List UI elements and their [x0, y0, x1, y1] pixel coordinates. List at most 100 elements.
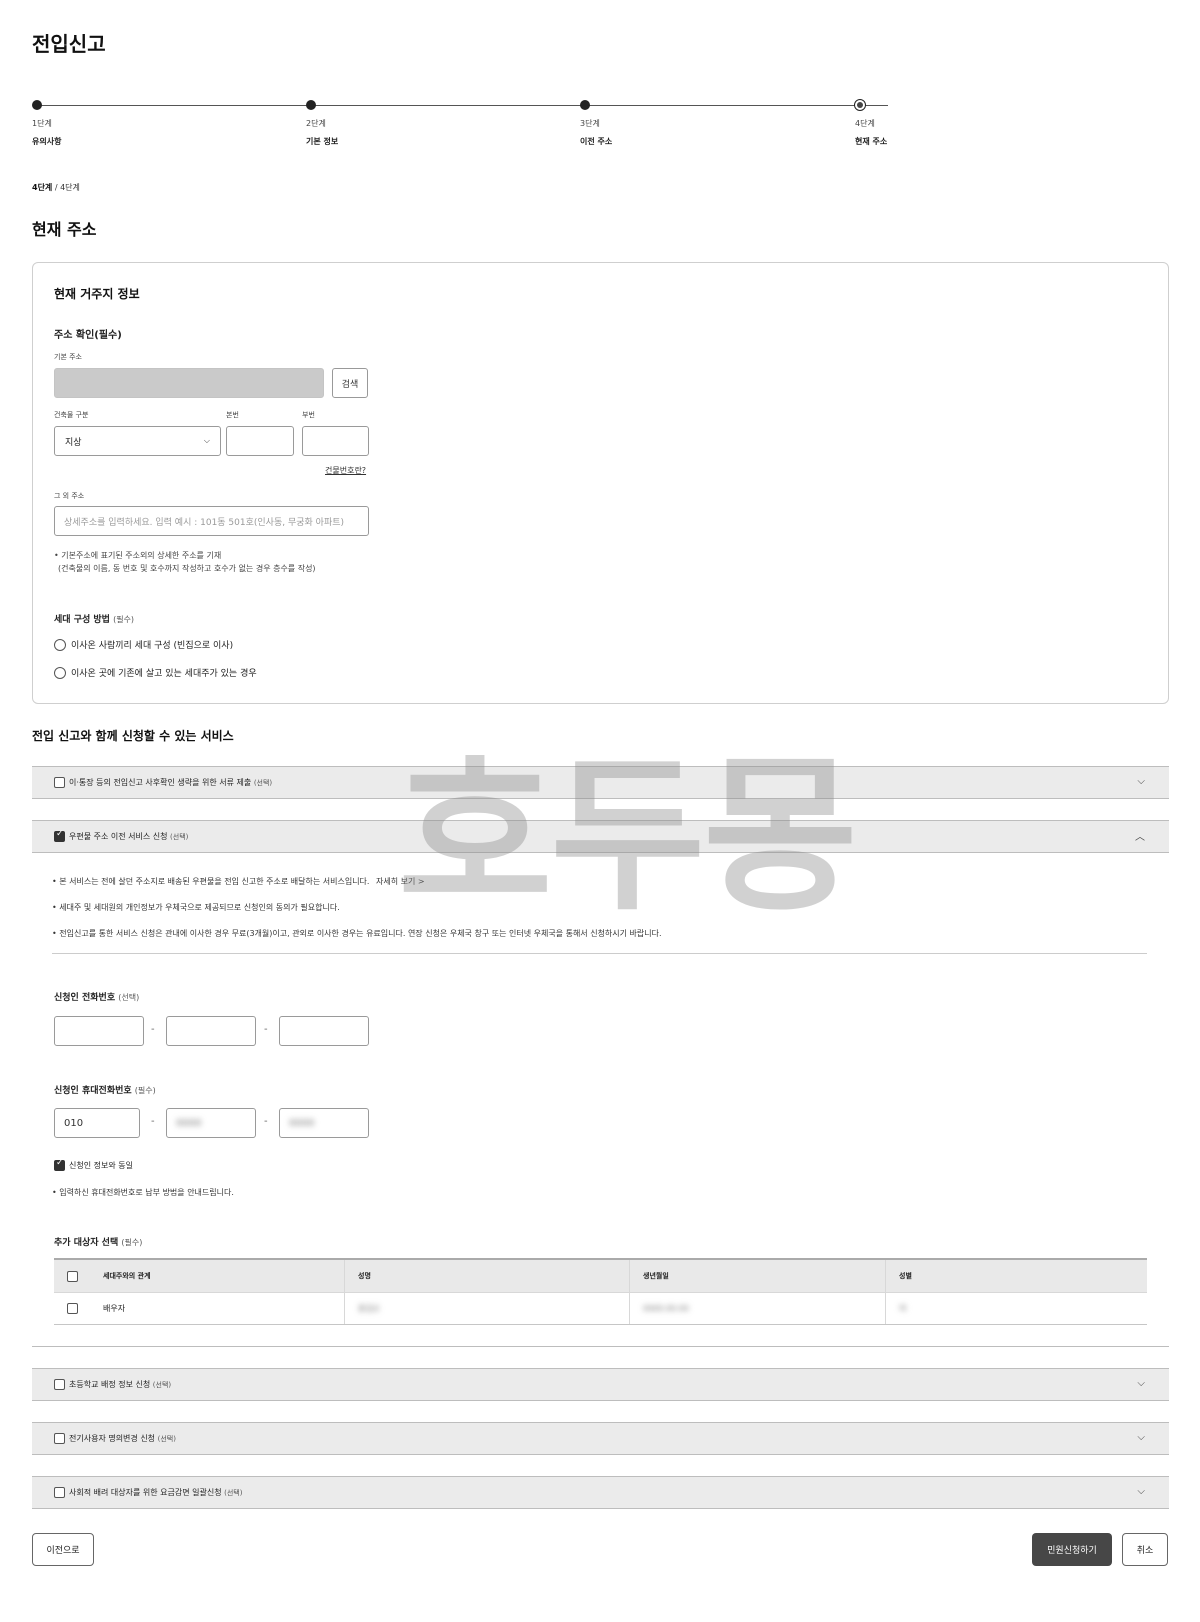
service-label-text: 초등학교 배정 정보 신청: [69, 1380, 151, 1389]
same-as-applicant-checkbox[interactable]: [54, 1158, 65, 1171]
payment-note: • 입력하신 휴대전화번호로 납부 방법을 안내드립니다.: [52, 1188, 234, 1197]
cancel-button[interactable]: 취소: [1122, 1533, 1168, 1566]
page-title: 전입신고: [32, 32, 106, 56]
progress-separator: /: [54, 183, 58, 192]
main-number-label: 본번: [226, 411, 239, 419]
step-progress: 4단계 / 4단계: [32, 182, 80, 193]
other-address-label: 그 외 주소: [54, 492, 85, 500]
service-label: 사회적 배려 대상자를 위한 요금감면 일괄신청 (선택): [69, 1487, 242, 1498]
target-table: 세대주와의 관계 성명 생년월일 성별 배우자 홍길순 0000.00.00 여: [54, 1258, 1147, 1325]
phone-input-1[interactable]: [54, 1016, 144, 1046]
optional-mark: (선택): [152, 1381, 172, 1389]
service-checkbox[interactable]: [54, 777, 65, 788]
building-type-label: 건축물 구분: [54, 411, 89, 419]
same-as-applicant-row[interactable]: 신청인 정보와 동일: [54, 1158, 133, 1171]
required-mark: (필수): [134, 1086, 156, 1095]
sub-number-label: 부번: [302, 411, 315, 419]
divider: [52, 953, 1147, 954]
address-note-line: • 기본주소에 표기된 주소외의 상세한 주소를 기재: [54, 551, 222, 560]
step-name: 현재 주소: [855, 137, 888, 146]
chevron-down-icon[interactable]: ⌵: [1137, 1432, 1145, 1443]
table-header: 세대주와의 관계 성명 생년월일 성별: [54, 1260, 1147, 1292]
address-note-line: (건축물의 이름, 동 번호 및 호수까지 작성하고 호수가 없는 경우 층수를…: [58, 564, 316, 573]
service-label-text: 사회적 배려 대상자를 위한 요금감면 일괄신청: [69, 1488, 222, 1497]
service-label: 이·통장 등의 전입신고 사후확인 생략을 위한 서류 제출 (선택): [69, 777, 272, 788]
building-type-value: 지상: [65, 437, 82, 448]
chevron-down-icon[interactable]: ⌵: [1137, 1486, 1145, 1497]
column-header: 생년월일: [630, 1260, 886, 1292]
building-number-link[interactable]: 건물번호란?: [325, 465, 366, 476]
more-info-link[interactable]: 자세히 보기 >: [376, 877, 425, 886]
chevron-down-icon[interactable]: ⌵: [1137, 776, 1145, 787]
building-type-select[interactable]: 지상 ⌵: [54, 426, 221, 456]
mobile-mid-value: 0000: [176, 1117, 202, 1129]
sub-number-input[interactable]: [302, 426, 369, 456]
prev-button[interactable]: 이전으로: [32, 1533, 94, 1566]
mobile-heading: 신청인 휴대전화번호 (필수): [54, 1083, 156, 1096]
section-title: 현재 주소: [32, 220, 97, 239]
birth-cell: 0000.00.00: [630, 1293, 886, 1324]
service-checkbox[interactable]: [54, 1433, 65, 1444]
required-mark: (필수): [113, 615, 135, 624]
service-accordion-4[interactable]: 전기사용자 명의변경 신청 (선택) ⌵: [32, 1422, 1169, 1455]
household-heading: 세대 구성 방법 (필수): [54, 612, 134, 625]
chevron-up-icon[interactable]: ︿: [1135, 828, 1145, 843]
stepper: 1단계 유의사항 2단계 기본 정보 3단계 이전 주소 4단계 현재 주소: [32, 99, 888, 160]
services-title: 전입 신고와 함께 신청할 수 있는 서비스: [32, 729, 234, 743]
step-number: 3단계: [580, 119, 600, 128]
step-dot: [580, 100, 590, 110]
same-as-applicant-label: 신청인 정보와 동일: [69, 1161, 133, 1170]
service-label: 초등학교 배정 정보 신청 (선택): [69, 1379, 171, 1390]
dash: -: [264, 1024, 268, 1035]
service-label: 우편물 주소 이전 서비스 신청 (선택): [69, 831, 188, 842]
chevron-down-icon[interactable]: ⌵: [1137, 1378, 1145, 1389]
mobile-input-2[interactable]: 0000: [166, 1108, 256, 1138]
mail-info-2: • 세대주 및 세대원의 개인정보가 우체국으로 제공되므로 신청인의 동의가 …: [52, 903, 340, 912]
service-label-text: 전기사용자 명의변경 신청: [69, 1434, 156, 1443]
row-select-cell: [54, 1303, 91, 1314]
step-number: 2단계: [306, 119, 326, 128]
mobile-input-1[interactable]: 010: [54, 1108, 140, 1138]
household-option-1[interactable]: 이사온 사람끼리 세대 구성 (빈집으로 이사): [54, 638, 233, 651]
service-accordion-2[interactable]: 우편물 주소 이전 서비스 신청 (선택) ︿: [32, 820, 1169, 853]
chevron-down-icon: ⌵: [203, 436, 210, 445]
basic-address-input: [54, 368, 324, 398]
name-cell: 홍길순: [345, 1293, 630, 1324]
phone-input-2[interactable]: [166, 1016, 256, 1046]
address-heading: 주소 확인(필수): [54, 330, 122, 341]
step-dot: [306, 100, 316, 110]
service-accordion-5[interactable]: 사회적 배려 대상자를 위한 요금감면 일괄신청 (선택) ⌵: [32, 1476, 1169, 1509]
phone-input-3[interactable]: [279, 1016, 369, 1046]
service-label-text: 우편물 주소 이전 서비스 신청: [69, 832, 168, 841]
step-dot-current: [854, 99, 866, 111]
service-accordion-1[interactable]: 이·통장 등의 전입신고 사후확인 생략을 위한 서류 제출 (선택) ⌵: [32, 766, 1169, 799]
mail-info-text: • 본 서비스는 전에 살던 주소지로 배송된 우편물을 전입 신고한 주소로 …: [52, 877, 370, 886]
mobile-input-3[interactable]: 0000: [279, 1108, 369, 1138]
submit-button[interactable]: 민원신청하기: [1032, 1533, 1112, 1566]
service-accordion-3[interactable]: 초등학교 배정 정보 신청 (선택) ⌵: [32, 1368, 1169, 1401]
address-search-button[interactable]: 검색: [332, 368, 368, 398]
address-note: • 기본주소에 표기된 주소외의 상세한 주소를 기재 (건축물의 이름, 동 …: [54, 549, 316, 575]
main-number-input[interactable]: [226, 426, 294, 456]
select-all-checkbox[interactable]: [67, 1270, 78, 1282]
step-name: 기본 정보: [306, 137, 339, 146]
other-address-input[interactable]: 상세주소를 입력하세요. 입력 예시 : 101동 501호(인사동, 무궁화 …: [54, 506, 369, 536]
name-value: 홍길순: [358, 1304, 381, 1313]
service-checkbox[interactable]: [54, 1379, 65, 1390]
radio-button[interactable]: [54, 666, 66, 679]
table-row: 배우자 홍길순 0000.00.00 여: [54, 1292, 1147, 1324]
household-option-2[interactable]: 이사온 곳에 기존에 살고 있는 세대주가 있는 경우: [54, 666, 257, 679]
service-checkbox[interactable]: [54, 1487, 65, 1498]
birth-value: 0000.00.00: [643, 1304, 689, 1313]
optional-mark: (선택): [157, 1435, 176, 1443]
optional-mark: (선택): [253, 779, 273, 787]
column-header: 세대주와의 관계: [91, 1260, 345, 1292]
service-checkbox-checked[interactable]: [54, 829, 65, 842]
mobile-heading-text: 신청인 휴대전화번호: [54, 1086, 132, 1096]
row-checkbox[interactable]: [67, 1303, 78, 1314]
radio-label: 이사온 곳에 기존에 살고 있는 세대주가 있는 경우: [71, 669, 257, 679]
step-dot: [32, 100, 42, 110]
service-label: 전기사용자 명의변경 신청 (선택): [69, 1433, 176, 1444]
radio-button[interactable]: [54, 638, 66, 651]
step-number: 4단계: [855, 119, 875, 128]
